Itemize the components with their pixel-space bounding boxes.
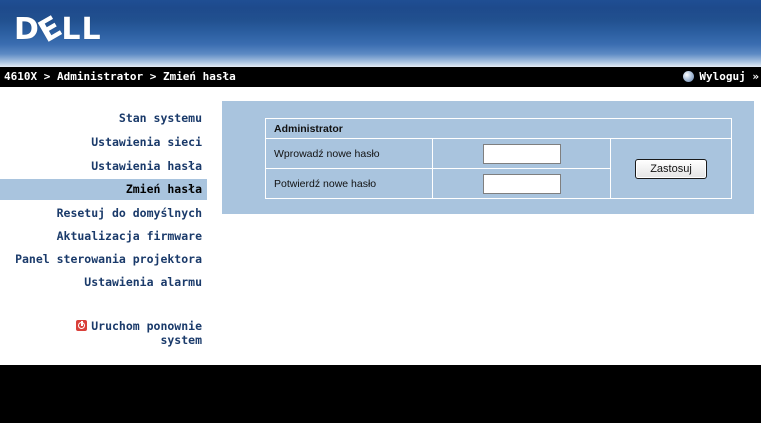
new-password-cell xyxy=(432,138,611,169)
breadcrumb: 4610X > Administrator > Zmień hasła xyxy=(4,70,236,83)
confirm-password-label: Potwierdź nowe hasło xyxy=(265,168,433,199)
sidebar-item-panel-sterowania[interactable]: Panel sterowania projektora xyxy=(0,249,207,270)
confirm-password-input[interactable] xyxy=(482,173,561,194)
confirm-password-cell xyxy=(432,168,611,199)
restart-label-line2: system xyxy=(160,333,202,347)
apply-button[interactable]: Zastosuj xyxy=(635,158,707,179)
logout-link[interactable]: Wyloguj » xyxy=(683,70,759,83)
header-banner: DELL xyxy=(0,0,761,70)
section-title: Administrator xyxy=(265,118,732,139)
sidebar-item-ustawienia-alarmu[interactable]: Ustawienia alarmu xyxy=(0,272,207,293)
sidebar-item-ustawienia-sieci[interactable]: Ustawienia sieci xyxy=(0,132,207,153)
restart-label-line1: Uruchom ponownie xyxy=(91,319,202,333)
new-password-input[interactable] xyxy=(482,143,561,164)
footer-bar xyxy=(0,365,761,423)
power-icon xyxy=(76,320,88,331)
password-form-panel: Administrator Wprowadź nowe hasło Zastos… xyxy=(222,101,754,214)
logout-label: Wyloguj » xyxy=(699,70,759,83)
restart-system-link[interactable]: Uruchom ponownie system xyxy=(76,319,202,347)
main-content: Administrator Wprowadź nowe hasło Zastos… xyxy=(207,87,761,365)
sidebar: Stan systemu Ustawienia sieci Ustawienia… xyxy=(0,87,207,365)
breadcrumb-bar: 4610X > Administrator > Zmień hasła Wylo… xyxy=(0,67,761,87)
dell-logo: DELL xyxy=(14,8,102,51)
sidebar-nav: Stan systemu Ustawienia sieci Ustawienia… xyxy=(0,102,207,365)
password-form-table: Administrator Wprowadź nowe hasło Zastos… xyxy=(265,118,732,199)
sidebar-item-ustawienia-hasla[interactable]: Ustawienia hasła xyxy=(0,156,207,177)
new-password-label: Wprowadź nowe hasło xyxy=(265,138,433,169)
sidebar-item-stan-systemu[interactable]: Stan systemu xyxy=(0,108,207,129)
sidebar-item-resetuj[interactable]: Resetuj do domyślnych xyxy=(0,203,207,224)
sidebar-item-zmien-hasla[interactable]: Zmień hasła xyxy=(0,179,207,200)
apply-cell: Zastosuj xyxy=(610,138,732,199)
logout-dot-icon xyxy=(683,71,695,82)
sidebar-item-aktualizacja-firmware[interactable]: Aktualizacja firmware xyxy=(0,226,207,247)
